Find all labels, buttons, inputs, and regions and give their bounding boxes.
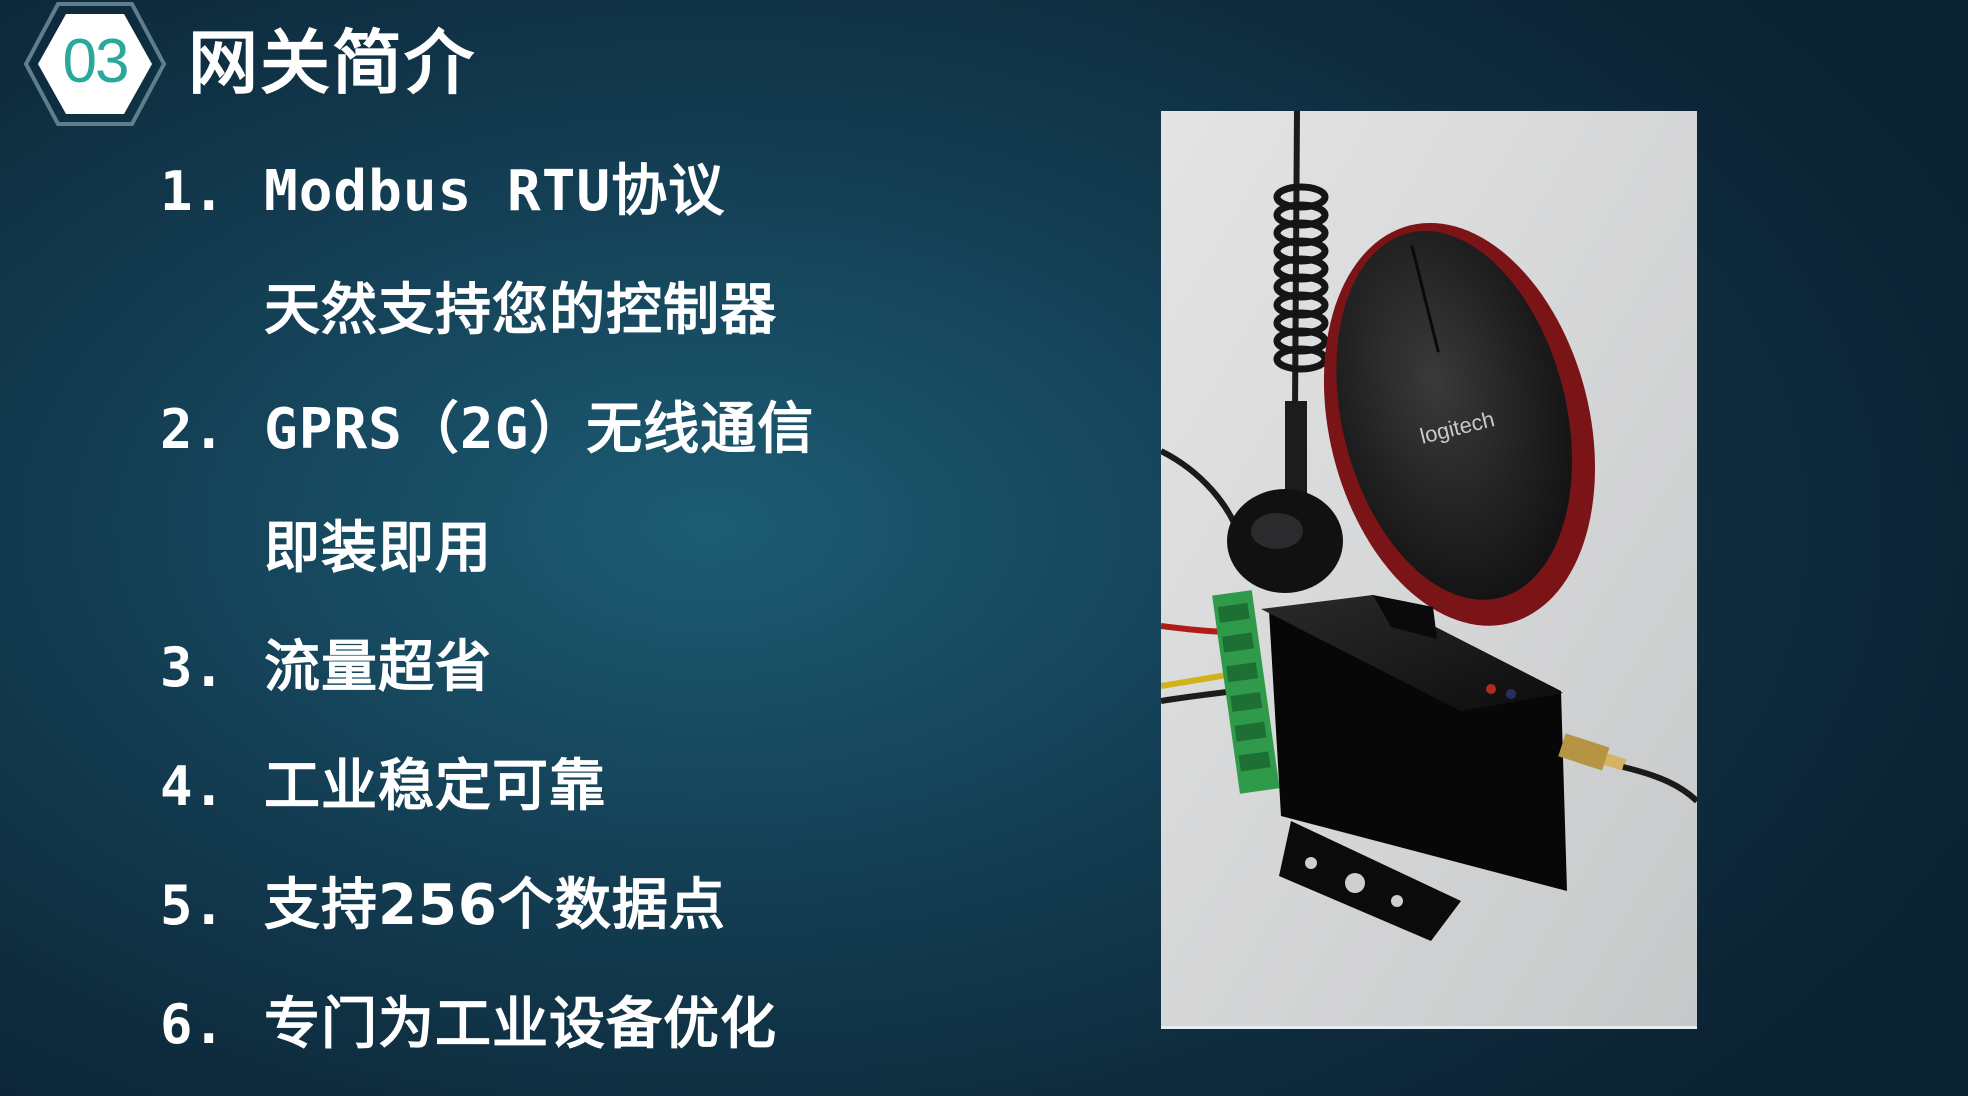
list-item-text: 即装即用: [264, 516, 492, 581]
list-item-text: GPRS（2G）无线通信: [264, 397, 815, 462]
section-number: 03: [62, 27, 130, 96]
list-item-number: 4.: [160, 755, 226, 818]
list-item-text: 流量超省: [264, 635, 492, 700]
list-item-number: 6.: [160, 993, 226, 1056]
list-item-text: 天然支持您的控制器: [264, 278, 777, 343]
list-item-text: 支持256个数据点: [264, 873, 726, 938]
list-item-number: 5.: [160, 874, 226, 937]
product-photo: logitech: [1161, 111, 1697, 1029]
list-item-number: 1.: [160, 160, 226, 223]
list-item-text: Modbus RTU协议: [264, 159, 726, 224]
gateway-device-illustration: logitech: [1161, 111, 1697, 1026]
list-item-text: 专门为工业设备优化: [264, 992, 777, 1057]
list-item-number: 2.: [160, 398, 226, 461]
list-item-number: 3.: [160, 636, 226, 699]
list-item-text: 工业稳定可靠: [264, 754, 606, 819]
page-title: 网关简介: [188, 22, 476, 104]
section-badge: 03: [22, 0, 168, 128]
